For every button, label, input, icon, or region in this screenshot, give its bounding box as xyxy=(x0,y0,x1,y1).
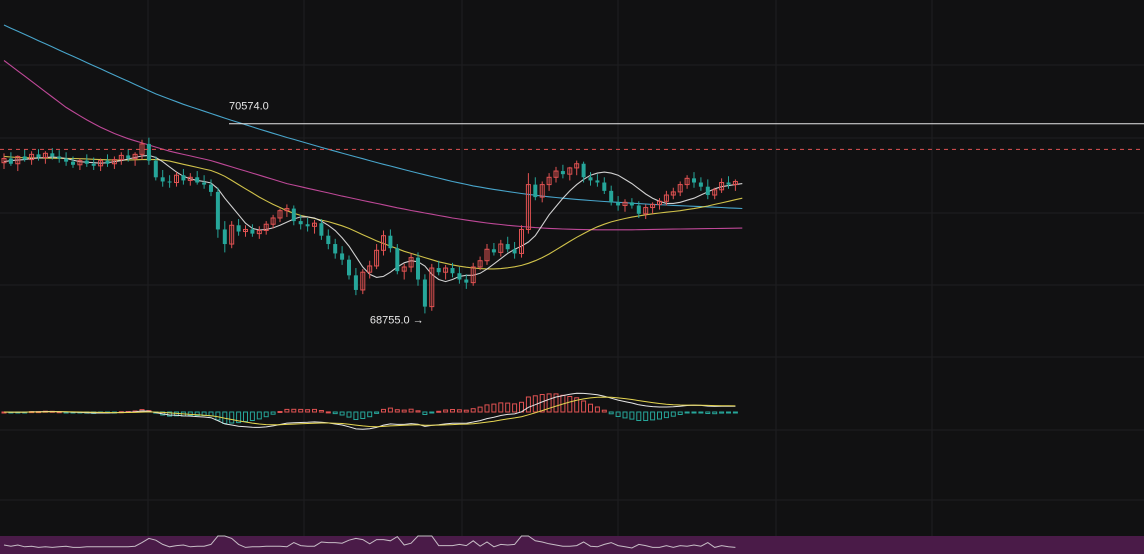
candle-body-42 xyxy=(291,208,296,222)
candle-body-74 xyxy=(512,249,517,254)
candle-body-3 xyxy=(22,156,27,160)
candle-body-10 xyxy=(71,161,75,165)
bottom-indicator-band xyxy=(0,536,1144,554)
candle-body-24 xyxy=(167,181,172,183)
candle-body-32 xyxy=(222,229,227,245)
candle-body-88 xyxy=(609,190,614,203)
candle-body-87 xyxy=(602,182,607,191)
candle-body-12 xyxy=(84,160,89,164)
high-price-label: 70574.0 xyxy=(229,101,269,113)
chart-background xyxy=(0,0,1144,554)
candle-body-43 xyxy=(298,221,303,225)
macd-hist-47 xyxy=(325,411,331,414)
candle-body-46 xyxy=(319,223,324,236)
macd-hist-63 xyxy=(436,410,442,413)
candle-body-18 xyxy=(126,155,131,159)
candle-body-23 xyxy=(160,177,165,182)
bottom-indicator-panel xyxy=(0,535,1144,554)
chart-canvas[interactable]: 70574.0 68755.0 → xyxy=(0,0,1144,554)
candle-body-91 xyxy=(629,202,634,206)
macd-hist-105 xyxy=(726,411,731,414)
candle-body-89 xyxy=(616,202,621,206)
candle-body-60 xyxy=(416,257,420,280)
macd-hist-99 xyxy=(684,411,690,414)
candle-body-101 xyxy=(698,182,703,187)
candle-body-49 xyxy=(340,253,345,260)
candle-body-66 xyxy=(457,273,462,280)
candle-body-7 xyxy=(50,153,55,157)
candle-body-13 xyxy=(91,163,96,166)
macd-hist-101 xyxy=(698,411,704,414)
candle-body-100 xyxy=(692,178,696,183)
candle-body-26 xyxy=(181,175,186,181)
candle-body-21 xyxy=(146,143,151,161)
candle-body-8 xyxy=(57,156,62,159)
candle-body-30 xyxy=(209,184,213,192)
candle-body-36 xyxy=(250,229,255,234)
candle-body-22 xyxy=(153,160,158,178)
candle-body-71 xyxy=(491,249,496,253)
candle-body-9 xyxy=(64,158,69,162)
low-price-label: 68755.0 → xyxy=(370,314,424,326)
candle-body-84 xyxy=(581,163,586,178)
candle-body-81 xyxy=(560,171,565,175)
candle-body-31 xyxy=(215,191,220,230)
candle-body-61 xyxy=(422,279,427,307)
candle-body-34 xyxy=(236,225,241,232)
candle-body-67 xyxy=(464,279,469,283)
candle-body-92 xyxy=(636,205,641,214)
candle-body-65 xyxy=(450,268,455,274)
macd-hist-62 xyxy=(429,411,435,414)
candle-body-48 xyxy=(333,244,338,254)
trading-chart[interactable]: 70574.0 68755.0 → xyxy=(0,0,1144,554)
candle-body-102 xyxy=(705,186,710,196)
candle-body-73 xyxy=(505,244,510,250)
candle-body-86 xyxy=(595,180,600,183)
candle-body-57 xyxy=(395,248,400,272)
candle-body-51 xyxy=(353,275,358,290)
candle-body-56 xyxy=(388,235,393,249)
candle-body-15 xyxy=(105,160,110,164)
candle-body-85 xyxy=(588,177,593,181)
candle-body-47 xyxy=(326,235,331,245)
candle-body-1 xyxy=(8,158,13,164)
candle-body-50 xyxy=(347,259,351,276)
macd-hist-40 xyxy=(277,411,283,413)
macd-hist-106 xyxy=(732,411,738,414)
candle-body-77 xyxy=(533,184,538,198)
macd-hist-100 xyxy=(691,411,697,414)
candle-body-44 xyxy=(305,224,310,227)
candle-body-28 xyxy=(195,177,200,183)
candle-body-105 xyxy=(726,182,731,185)
candle-body-5 xyxy=(36,154,41,158)
candle-body-63 xyxy=(436,268,441,273)
candle-body-29 xyxy=(202,182,207,185)
